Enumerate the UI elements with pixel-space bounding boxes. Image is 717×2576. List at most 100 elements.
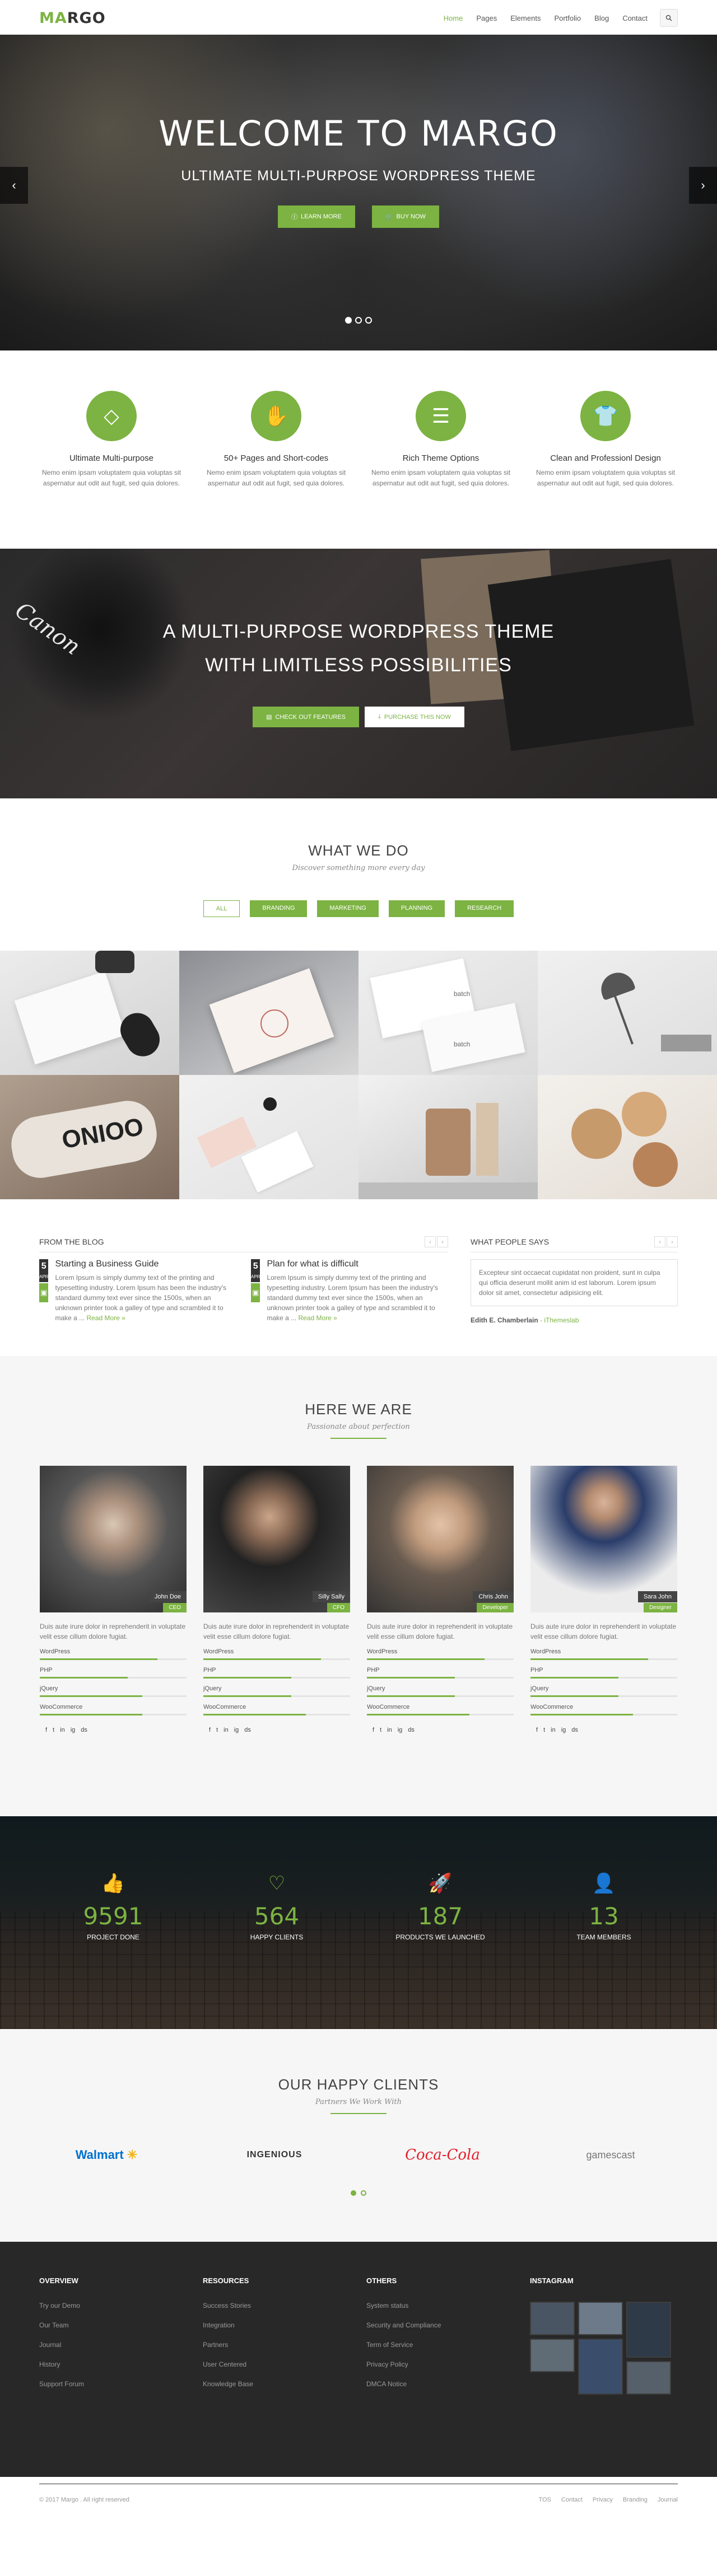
- footer-link[interactable]: Journal: [39, 2341, 203, 2349]
- facebook-icon[interactable]: f: [373, 1727, 374, 1733]
- footer-link[interactable]: Integration: [203, 2321, 366, 2329]
- instagram-photo[interactable]: [578, 2339, 623, 2395]
- footer-link[interactable]: DMCA Notice: [366, 2380, 530, 2388]
- post-day: 5: [253, 1261, 258, 1271]
- slider-dot[interactable]: [365, 317, 372, 324]
- slider-next-button[interactable]: ›: [689, 167, 717, 204]
- linkedin-icon[interactable]: in: [551, 1727, 556, 1733]
- footer-link[interactable]: History: [39, 2360, 203, 2368]
- nav-elements[interactable]: Elements: [504, 10, 547, 27]
- nav-home[interactable]: Home: [437, 10, 470, 27]
- footer-link[interactable]: Privacy Policy: [366, 2360, 530, 2368]
- footer-link[interactable]: Term of Service: [366, 2341, 530, 2349]
- nav-portfolio[interactable]: Portfolio: [547, 10, 588, 27]
- client-logo-gamescast[interactable]: gamescast: [560, 2149, 661, 2161]
- skill-bar: PHP: [530, 1667, 677, 1679]
- facebook-icon[interactable]: f: [536, 1727, 538, 1733]
- portfolio-item[interactable]: batch batch: [358, 951, 538, 1075]
- portfolio-item[interactable]: [538, 1075, 717, 1199]
- dribbble-icon[interactable]: ds: [81, 1727, 87, 1733]
- instagram-photo[interactable]: [530, 2302, 575, 2335]
- nav-pages[interactable]: Pages: [469, 10, 504, 27]
- blog-prev-button[interactable]: ‹: [425, 1236, 436, 1247]
- slider-dot[interactable]: [345, 317, 352, 324]
- blog-heading: FROM THE BLOG: [39, 1237, 104, 1246]
- testimonial-next-button[interactable]: ›: [667, 1236, 678, 1247]
- read-more-link[interactable]: Read More »: [298, 1314, 337, 1322]
- twitter-icon[interactable]: t: [380, 1727, 381, 1733]
- footer-link[interactable]: Knowledge Base: [203, 2380, 366, 2388]
- nav-contact[interactable]: Contact: [616, 10, 654, 27]
- footer-link[interactable]: Try our Demo: [39, 2302, 203, 2309]
- instagram-photo[interactable]: [578, 2302, 623, 2335]
- footer-link[interactable]: Success Stories: [203, 2302, 366, 2309]
- instagram-photo[interactable]: [530, 2339, 575, 2372]
- footer-link[interactable]: Our Team: [39, 2321, 203, 2329]
- linkedin-icon[interactable]: in: [387, 1727, 392, 1733]
- client-logo-cocacola[interactable]: Coca-Cola: [392, 2147, 493, 2163]
- filter-branding[interactable]: BRANDING: [250, 900, 308, 917]
- carousel-dot[interactable]: [351, 2190, 356, 2196]
- site-logo[interactable]: MARGO: [39, 10, 106, 27]
- portfolio-item[interactable]: [179, 1075, 358, 1199]
- instagram-icon[interactable]: ig: [71, 1727, 76, 1733]
- post-title[interactable]: Plan for what is difficult: [267, 1259, 447, 1269]
- testimonial-prev-button[interactable]: ‹: [654, 1236, 665, 1247]
- learn-more-button[interactable]: ⓘ LEARN MORE: [278, 205, 355, 228]
- portfolio-item[interactable]: [0, 951, 179, 1075]
- client-logo-ingenious[interactable]: INGENIOUS: [224, 2150, 325, 2160]
- filter-marketing[interactable]: MARKETING: [317, 900, 379, 917]
- linkedin-icon[interactable]: in: [60, 1727, 65, 1733]
- image-icon: ▣: [251, 1283, 260, 1302]
- client-logo-walmart[interactable]: Walmart ✳: [56, 2148, 157, 2162]
- facebook-icon[interactable]: f: [45, 1727, 47, 1733]
- twitter-icon[interactable]: t: [216, 1727, 218, 1733]
- twitter-icon[interactable]: t: [543, 1727, 545, 1733]
- footer-link[interactable]: Partners: [203, 2341, 366, 2349]
- filter-planning[interactable]: PLANNING: [388, 900, 445, 917]
- portfolio-item[interactable]: [179, 951, 358, 1075]
- carousel-dot[interactable]: [361, 2190, 366, 2196]
- footer-link[interactable]: System status: [366, 2302, 530, 2309]
- portfolio-item[interactable]: [358, 1075, 538, 1199]
- footer-bottom-link[interactable]: TOS: [538, 2496, 551, 2503]
- portfolio-item[interactable]: ONIOO: [0, 1075, 179, 1199]
- dribbble-icon[interactable]: ds: [408, 1727, 415, 1733]
- search-button[interactable]: [660, 9, 678, 27]
- footer-bottom-link[interactable]: Journal: [658, 2496, 678, 2503]
- buy-now-button[interactable]: 🛒 BUY NOW: [371, 205, 439, 228]
- filter-all[interactable]: ALL: [203, 900, 240, 917]
- nav-blog[interactable]: Blog: [588, 10, 616, 27]
- slider-dot[interactable]: [355, 317, 362, 324]
- instagram-icon[interactable]: ig: [398, 1727, 403, 1733]
- footer-link[interactable]: User Centered: [203, 2360, 366, 2368]
- facebook-icon[interactable]: f: [209, 1727, 211, 1733]
- post-excerpt: Lorem Ipsum is simply dummy text of the …: [267, 1274, 439, 1322]
- stat-number: 13: [589, 1902, 619, 1930]
- stat-number: 9591: [83, 1902, 143, 1930]
- purchase-button[interactable]: ⤓ PURCHASE THIS NOW: [365, 707, 464, 727]
- footer-bottom-link[interactable]: Branding: [623, 2496, 648, 2503]
- instagram-icon[interactable]: ig: [234, 1727, 239, 1733]
- blog-next-button[interactable]: ›: [437, 1236, 448, 1247]
- twitter-icon[interactable]: t: [53, 1727, 54, 1733]
- instagram-photo[interactable]: [626, 2302, 671, 2358]
- footer-link[interactable]: Security and Compliance: [366, 2321, 530, 2329]
- slider-prev-button[interactable]: ‹: [0, 167, 28, 204]
- feature-item: 👕 Clean and Professionl Design Nemo enim…: [532, 391, 679, 549]
- footer-link[interactable]: Support Forum: [39, 2380, 203, 2388]
- footer-bottom-link[interactable]: Privacy: [593, 2496, 613, 2503]
- dribbble-icon[interactable]: ds: [571, 1727, 578, 1733]
- instagram-icon[interactable]: ig: [561, 1727, 566, 1733]
- post-title[interactable]: Starting a Business Guide: [55, 1259, 235, 1269]
- read-more-link[interactable]: Read More »: [86, 1314, 125, 1322]
- skill-label: jQuery: [367, 1685, 385, 1692]
- portfolio-item[interactable]: [538, 951, 717, 1075]
- footer-bottom-link[interactable]: Contact: [561, 2496, 583, 2503]
- instagram-photo[interactable]: [626, 2361, 671, 2395]
- filter-research[interactable]: RESEARCH: [455, 900, 514, 917]
- linkedin-icon[interactable]: in: [224, 1727, 229, 1733]
- section-subtitle: Discover something more every day: [292, 864, 425, 872]
- dribbble-icon[interactable]: ds: [244, 1727, 251, 1733]
- check-features-button[interactable]: ▤ CHECK OUT FEATURES: [253, 707, 360, 727]
